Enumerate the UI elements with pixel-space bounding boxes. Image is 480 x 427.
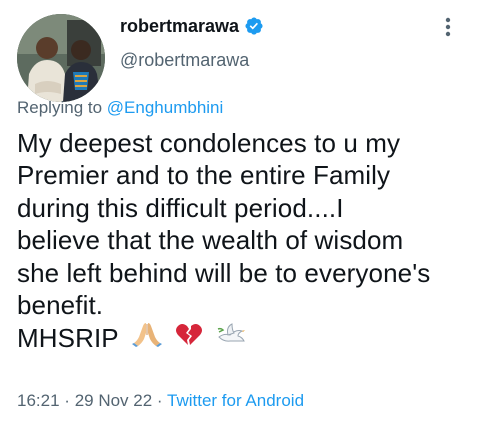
tweet-text: My deepest condolences to u my Premier a… [17,127,477,355]
tweet-source-link[interactable]: Twitter for Android [167,391,304,410]
dove-icon [217,323,246,343]
broken-heart-icon [175,324,202,346]
author-name-text: robertmarawa [120,16,240,36]
tweet-text-last-line: MHSRIP [17,321,477,354]
author-name[interactable]: robertmarawa [120,14,264,38]
avatar[interactable] [17,14,105,102]
tweet-text-mhsrip: MHSRIP [17,323,119,354]
folded-hands-icon [131,323,162,348]
tweet-text-line: benefit. [17,290,104,321]
replying-to-label: Replying to [17,98,103,117]
tweet-text-line: My deepest condolences to u my [17,128,401,158]
tweet-date[interactable]: 29 Nov 22 [75,391,153,410]
tweet-text-line: she left behind will be to everyone's [17,257,431,288]
meta-separator: · [64,391,70,410]
tweet-time[interactable]: 16:21 [17,391,60,410]
meta-separator: · [156,391,163,410]
tweet-card: robertmarawa @robertmarawa Replying to @… [0,0,480,427]
tweet-meta: 16:21 · 29 Nov 22 · Twitter for Android [17,389,304,413]
tweet-text-line: during this difficult period....I [17,192,344,223]
author-handle[interactable]: @robertmarawa [120,48,249,72]
tweet-text-line: Premier and to the entire Family [17,160,391,191]
verified-badge-icon [245,17,263,35]
more-options-icon[interactable] [444,16,452,38]
avatar-photo [17,14,105,102]
replying-to: Replying to @Enghumbhini [17,96,223,120]
tweet-text-line: believe that the wealth of wisdom [17,225,404,256]
reply-mention-link[interactable]: @Enghumbhini [107,98,224,117]
